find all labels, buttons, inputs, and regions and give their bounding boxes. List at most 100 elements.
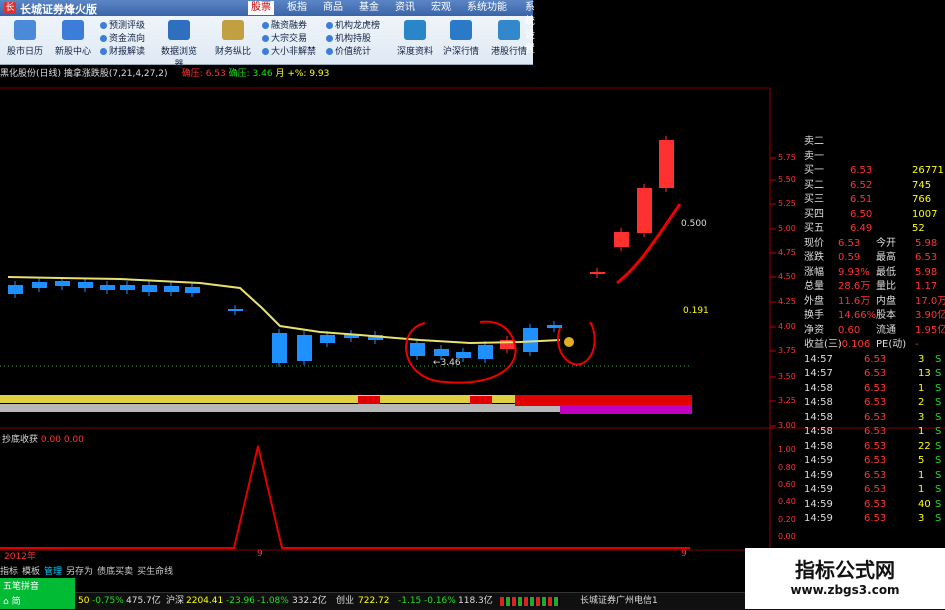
toolbar-button-0[interactable]: 股市日历	[4, 18, 46, 62]
bid-price: 6.52	[850, 179, 873, 191]
sub-indicator-title: 抄底收获 0.00 0.00	[2, 432, 84, 445]
cy-value: 722.72	[358, 596, 390, 606]
sz-percent: -1.08%	[257, 596, 289, 606]
toolbar-link-col2-0[interactable]: 融资融券	[262, 20, 307, 33]
toolbar-button-1[interactable]: 新股中心	[52, 18, 94, 62]
menu-1[interactable]: 板指	[284, 1, 310, 15]
quote-value: 6.53	[915, 252, 938, 263]
tab-3[interactable]: 另存为	[66, 567, 93, 577]
tab-0[interactable]: 指标	[0, 567, 18, 577]
toolbar-link-col3-1[interactable]: 机构持股	[326, 33, 371, 46]
tick-row: 14:59 6.53 40 S	[772, 498, 945, 513]
toolbar-link-col3-0[interactable]: 机构龙虎榜	[326, 20, 380, 33]
candles	[8, 136, 674, 367]
tick-row: 14:58 6.53 1 S	[772, 382, 945, 397]
ime-mode[interactable]: ⌂ 简	[0, 593, 75, 608]
bid-price: 6.49	[850, 223, 873, 234]
tick-time: 14:59	[804, 484, 833, 495]
high-label: 确压:	[181, 69, 203, 79]
low-mark: ←3.46	[433, 358, 461, 368]
candle	[434, 349, 449, 356]
toolbar-button-2[interactable]: 数据浏览器	[158, 18, 200, 70]
toolbar-link-col1-0[interactable]: 预测评级	[100, 20, 145, 33]
ask-row: 卖一	[772, 150, 945, 165]
toolbar-link-col3-2[interactable]: 价值统计	[326, 46, 371, 59]
bid-row: 买五 6.49 52	[772, 222, 945, 237]
menu-3[interactable]: 基金	[356, 1, 382, 15]
sz-label: 沪深	[166, 596, 185, 606]
tick-row: 14:57 6.53 3 S	[772, 353, 945, 368]
toolbar-button-icon	[14, 20, 36, 40]
candle	[637, 188, 652, 233]
tab-4[interactable]: 债底买卖	[97, 567, 133, 577]
toolbar-button-label: 新股中心	[54, 47, 91, 57]
quote-value: 5.98	[915, 237, 938, 249]
tick-price: 6.53	[864, 498, 887, 510]
bid-row: 买四 6.50 1007	[772, 208, 945, 223]
tick-price: 6.53	[864, 469, 887, 481]
menu-0[interactable]: 股票	[248, 1, 274, 15]
tick-side: S	[935, 455, 942, 466]
quote-label: 最高	[876, 252, 896, 263]
ime-mode-icon: ⌂	[3, 597, 12, 607]
ime-panel[interactable]: 五笔拼音 ⌂ 简	[0, 578, 75, 609]
tick-time: 14:57	[804, 368, 833, 379]
menu-2[interactable]: 商品	[320, 1, 346, 15]
quote-row: 总量 28.6万 量比 1.17	[772, 280, 945, 295]
signal-bar-red	[515, 395, 692, 406]
annotation-high: 0.500	[681, 219, 707, 229]
candle	[32, 282, 47, 288]
toolbar-button-label: 港股行情	[490, 47, 527, 57]
bid-volume: 1007	[912, 208, 938, 220]
menu-4[interactable]: 资讯	[392, 1, 418, 15]
quote-value: 17.0万	[915, 295, 945, 307]
quote-row: 收益(三) -0.106 PE(动) -	[772, 338, 945, 353]
toolbar-button-6[interactable]: 港股行情	[488, 18, 530, 62]
toolbar-link-col2-1[interactable]: 大宗交易	[262, 33, 307, 46]
quote-value: 5.98	[915, 266, 938, 278]
toolbar-button-4[interactable]: 深度资料	[394, 18, 436, 62]
toolbar-link-col1-2[interactable]: 财报解读	[100, 46, 145, 59]
indicator-info-line: 黑化股份(日线) 擒拿涨跌股(7,21,4,27,2) 确压: 6.53 确压:…	[0, 66, 329, 79]
app-logo-icon: 长	[4, 2, 16, 14]
menu-5[interactable]: 宏观	[428, 1, 454, 15]
candle	[78, 282, 93, 288]
bullet-icon	[100, 22, 107, 29]
tab-2[interactable]: 管理	[44, 567, 62, 577]
quote-value: -0.106	[838, 339, 871, 350]
quote-label: 涨跌	[804, 252, 824, 263]
tick-volume: 3	[918, 411, 925, 423]
bid-price: 6.50	[850, 208, 873, 220]
bullet-icon	[262, 35, 269, 42]
watermark-title: 指标公式网	[795, 558, 895, 582]
quote-value: 6.53	[838, 237, 861, 249]
menu-7[interactable]: 系统设置	[522, 1, 538, 55]
candle	[659, 140, 674, 188]
quote-label: 外盘	[804, 295, 824, 307]
quote-label: 流通	[876, 324, 896, 336]
toolbar-link-col2-2[interactable]: 大小非解禁	[262, 46, 316, 59]
toolbar-button-5[interactable]: 沪深行情	[440, 18, 482, 62]
toolbar-button-icon	[450, 20, 472, 40]
ime-mode-text: 简	[11, 597, 21, 607]
toolbar-button-3[interactable]: 财务纵比	[212, 18, 254, 62]
tick-side: S	[935, 353, 942, 365]
tick-side: S	[935, 397, 942, 408]
title-bar: 长 长城证券烽火版 股票 板指 商品 基金 资讯 宏观 系统功能 系统设置	[0, 0, 535, 55]
tab-5[interactable]: 买生命线	[137, 567, 173, 577]
quote-row: 外盘 11.6万 内盘 17.0万	[772, 295, 945, 310]
ime-label[interactable]: 五笔拼音	[0, 578, 75, 593]
quote-row: 现价 6.53 今开 5.98	[772, 237, 945, 252]
menu-6[interactable]: 系统功能	[464, 1, 510, 15]
cy-amount: 118.3亿	[458, 596, 493, 606]
toolbar-link-col1-1[interactable]: 资金流向	[100, 33, 145, 46]
low-label: 确压:	[228, 69, 250, 79]
tick-volume: 1	[918, 469, 925, 481]
tab-1[interactable]: 模板	[22, 567, 40, 577]
tick-volume: 3	[918, 353, 925, 365]
tick-time: 14:57	[804, 353, 833, 365]
broker-name: 长城证券广州电信1	[580, 596, 658, 606]
tick-price: 6.53	[864, 440, 887, 452]
bid-label: 买五	[804, 223, 824, 234]
quote-value: -	[915, 339, 919, 350]
